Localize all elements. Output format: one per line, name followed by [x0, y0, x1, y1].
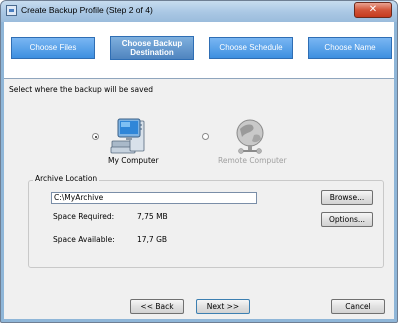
step-label-line1: Choose Backup: [121, 39, 183, 48]
browse-button[interactable]: Browse...: [321, 190, 373, 205]
wizard-steps-header: Choose Files Choose Backup Destination C…: [4, 22, 394, 79]
remote-computer-label[interactable]: Remote Computer: [218, 156, 287, 165]
network-globe-icon[interactable]: [232, 117, 272, 157]
step-choose-schedule[interactable]: Choose Schedule: [209, 37, 293, 59]
destination-prompt: Select where the backup will be saved: [9, 85, 153, 94]
title-bar: Create Backup Profile (Step 2 of 4) ✕: [1, 1, 397, 22]
my-computer-radio[interactable]: [92, 133, 99, 140]
archive-location-title: Archive Location: [33, 174, 100, 183]
computer-icon[interactable]: [110, 117, 154, 157]
space-available-label: Space Available:: [53, 235, 115, 244]
remote-computer-radio[interactable]: [202, 133, 209, 140]
wizard-window: Create Backup Profile (Step 2 of 4) ✕ Ch…: [0, 0, 398, 323]
wizard-content: Select where the backup will be saved My…: [4, 79, 394, 319]
step-label-line2: Destination: [130, 48, 174, 57]
app-icon: [6, 5, 17, 16]
close-button[interactable]: ✕: [354, 2, 392, 18]
step-choose-files[interactable]: Choose Files: [11, 37, 95, 59]
step-label: Choose Name: [324, 43, 376, 52]
step-choose-backup-destination[interactable]: Choose Backup Destination: [110, 36, 194, 60]
cancel-button[interactable]: Cancel: [331, 299, 385, 314]
next-button[interactable]: Next >>: [196, 299, 250, 314]
space-available-value: 17,7 GB: [137, 235, 168, 244]
step-label: Choose Files: [29, 43, 77, 52]
step-choose-name[interactable]: Choose Name: [308, 37, 392, 59]
my-computer-label[interactable]: My Computer: [108, 156, 159, 165]
back-button[interactable]: << Back: [130, 299, 184, 314]
options-button[interactable]: Options...: [321, 212, 373, 227]
step-label: Choose Schedule: [219, 43, 283, 52]
window-title: Create Backup Profile (Step 2 of 4): [21, 5, 153, 15]
space-required-value: 7,75 MB: [137, 212, 168, 221]
archive-path-input[interactable]: C:\MyArchive: [51, 192, 257, 204]
space-required-label: Space Required:: [53, 212, 115, 221]
